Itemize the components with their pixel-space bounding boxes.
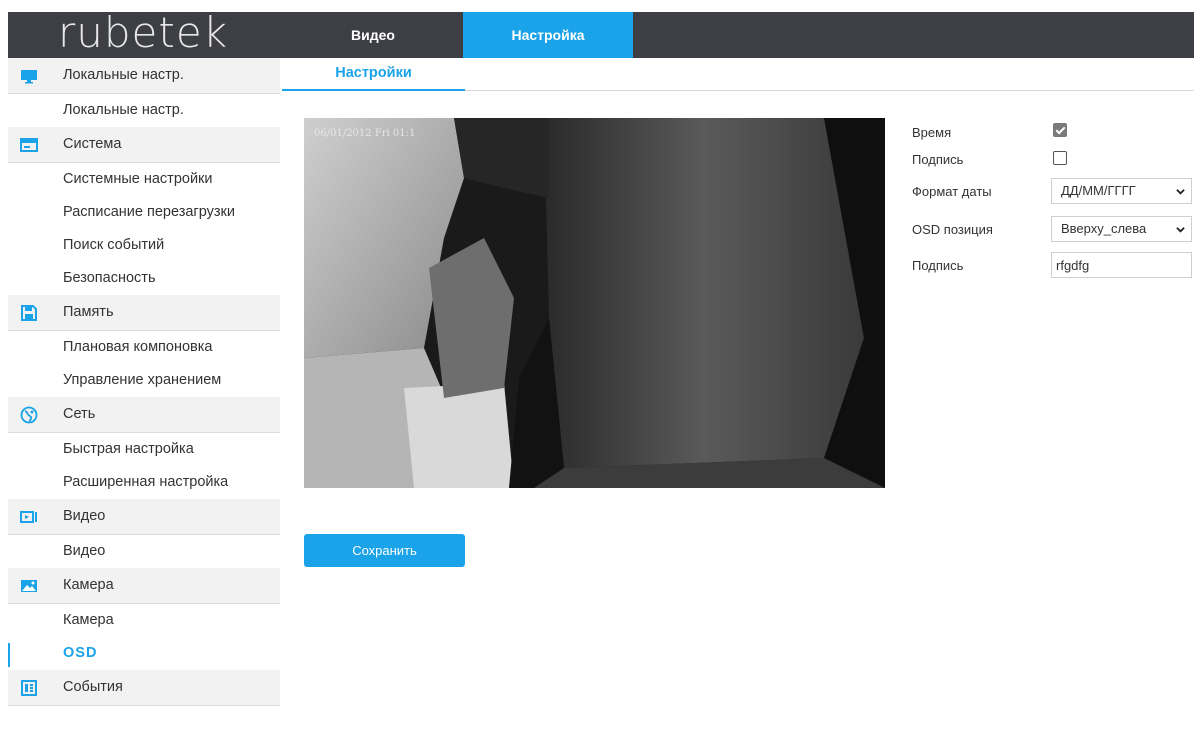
tab-settings[interactable]: Настройка	[463, 12, 633, 58]
sidebar-group-label: Система	[63, 136, 122, 152]
divider	[465, 90, 1194, 91]
sidebar-group-system[interactable]: Система	[8, 127, 280, 163]
sidebar-group-label: Сеть	[63, 406, 96, 422]
sidebar-item-quick-setup[interactable]: Быстрая настройка	[8, 433, 280, 466]
tab-settings-content[interactable]: Настройки	[282, 58, 465, 91]
caption-input[interactable]	[1051, 252, 1192, 278]
image-icon	[21, 580, 37, 592]
sidebar-item-osd[interactable]: OSD	[8, 637, 280, 670]
tab-video[interactable]: Видео	[298, 12, 448, 58]
sidebar: Локальные настр. Локальные настр. Систем…	[8, 58, 280, 753]
date-format-label: Формат даты	[912, 184, 992, 199]
osd-position-select[interactable]: Вверху_слева	[1051, 216, 1192, 242]
video-preview: 06/01/2012 Fri 01:1	[304, 118, 885, 488]
video-play-icon	[20, 511, 37, 523]
sidebar-group-label: Память	[63, 304, 114, 320]
sidebar-item-camera[interactable]: Камера	[8, 604, 280, 637]
sidebar-group-network[interactable]: Сеть	[8, 397, 280, 433]
caption-checkbox[interactable]	[1053, 151, 1067, 165]
sidebar-item-event-search[interactable]: Поиск событий	[8, 229, 280, 262]
sidebar-group-storage[interactable]: Память	[8, 295, 280, 331]
osd-position-value: Вверху_слева	[1061, 221, 1147, 236]
sidebar-group-label: Локальные настр.	[63, 67, 184, 83]
sidebar-group-video[interactable]: Видео	[8, 499, 280, 535]
date-format-value: ДД/ММ/ГГГГ	[1061, 183, 1136, 198]
sidebar-item-advanced-setup[interactable]: Расширенная настройка	[8, 466, 280, 499]
system-window-icon	[20, 138, 38, 152]
caption-label: Подпись	[912, 258, 964, 273]
events-list-icon	[21, 680, 37, 696]
sidebar-item-video[interactable]: Видео	[8, 535, 280, 568]
caption-toggle-label: Подпись	[912, 152, 964, 167]
osd-timestamp: 06/01/2012 Fri 01:1	[314, 128, 416, 139]
time-label: Время	[912, 125, 952, 140]
date-format-select[interactable]: ДД/ММ/ГГГГ	[1051, 178, 1192, 204]
sidebar-group-events[interactable]: События	[8, 670, 280, 706]
sidebar-item-system-settings[interactable]: Системные настройки	[8, 163, 280, 196]
camera-image	[304, 118, 885, 488]
top-bar: rubetek Видео Настройка	[8, 8, 1194, 58]
chevron-down-icon	[1176, 189, 1185, 195]
rubetek-logo: rubetek	[58, 8, 229, 57]
time-checkbox[interactable]	[1053, 123, 1067, 137]
save-button[interactable]: Сохранить	[304, 534, 465, 567]
sidebar-group-label: Камера	[63, 577, 114, 593]
sidebar-group-local[interactable]: Локальные настр.	[8, 58, 280, 94]
globe-icon	[20, 406, 38, 424]
sidebar-item-security[interactable]: Безопасность	[8, 262, 280, 295]
sidebar-item-storage-management[interactable]: Управление хранением	[8, 364, 280, 397]
chevron-down-icon	[1176, 227, 1185, 233]
sidebar-item-planned-layout[interactable]: Плановая компоновка	[8, 331, 280, 364]
sidebar-item-local-settings[interactable]: Локальные настр.	[8, 94, 280, 127]
sidebar-item-reboot-schedule[interactable]: Расписание перезагрузки	[8, 196, 280, 229]
floppy-disk-icon	[21, 305, 37, 321]
osd-position-label: OSD позиция	[912, 222, 993, 237]
sidebar-group-camera[interactable]: Камера	[8, 568, 280, 604]
sidebar-group-label: События	[63, 679, 123, 695]
monitor-icon	[21, 70, 37, 84]
sidebar-group-label: Видео	[63, 508, 106, 524]
